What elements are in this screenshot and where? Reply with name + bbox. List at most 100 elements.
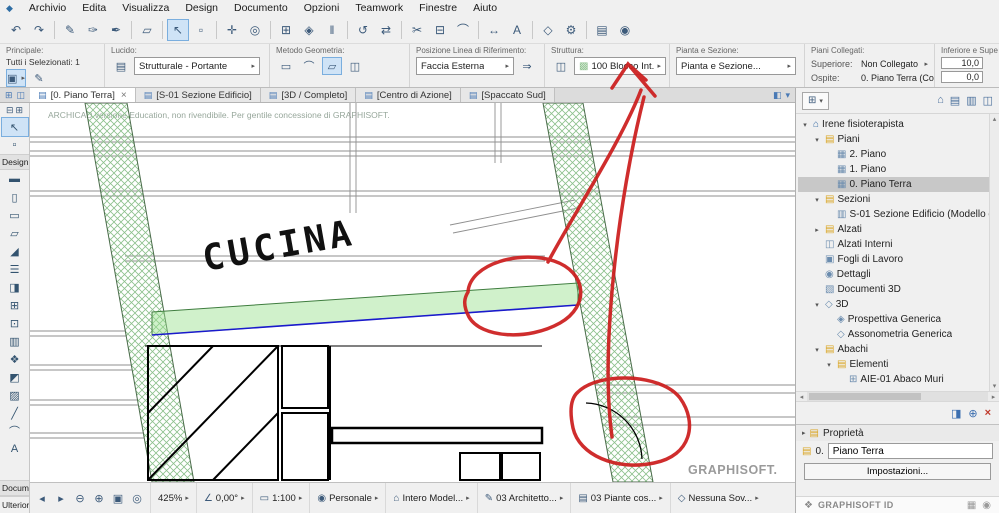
line-tool-icon[interactable]: ╱ — [2, 404, 28, 422]
chevron-down-icon[interactable]: ▾ — [824, 361, 834, 369]
inject-parameters-icon[interactable]: ✒ — [105, 19, 127, 41]
tab-s-01-sezione-edificio[interactable]: ▤ [S-01 Sezione Edificio] — [135, 88, 261, 102]
tree-item-fogli-di-lavoro[interactable]: ▣ Fogli di Lavoro — [798, 252, 989, 267]
chevron-down-icon[interactable]: ▾ — [812, 301, 822, 309]
curtain-wall-tool-icon[interactable]: ▥ — [2, 332, 28, 350]
chevron-right-icon[interactable]: ▸ — [812, 226, 822, 234]
tree-item-s-01-sezione-edificio-modello-con-ric[interactable]: ▥S-01 Sezione Edificio (Modello con ric.… — [798, 207, 989, 222]
close-palette-icon[interactable]: × — [985, 407, 991, 419]
hscroll-track[interactable] — [807, 392, 988, 401]
eraser-icon[interactable]: ▱ — [136, 19, 158, 41]
toolbox-grid-icon[interactable]: ⊞ — [16, 105, 24, 116]
tab-3d-completo[interactable]: ▤ [3D / Completo] — [260, 88, 357, 102]
flip-reference-icon[interactable]: ⇒ — [517, 57, 537, 75]
tab-list-icon[interactable]: ⊞ — [5, 90, 13, 101]
tree-item-0-piano-terra[interactable]: ▦ 0. Piano Terra — [798, 177, 989, 192]
project-chooser-button[interactable]: ⊞ ▾ — [802, 91, 829, 110]
roof-tool-icon[interactable]: ◢ — [2, 242, 28, 260]
scroll-left-icon[interactable]: ◂ — [796, 393, 807, 401]
grid-snap-icon[interactable]: ⊞ — [275, 19, 297, 41]
beam-tool-icon[interactable]: ▭ — [2, 206, 28, 224]
chevron-down-icon[interactable]: ▾ — [812, 346, 822, 354]
tree-vscrollbar[interactable]: ▴ ▾ — [989, 114, 999, 391]
tree-item-sezioni[interactable]: ▾ ▤ Sezioni — [798, 192, 989, 207]
text-tool-icon[interactable]: A — [2, 440, 28, 458]
marquee-icon[interactable]: ▫ — [190, 19, 212, 41]
scale-control[interactable]: ▭ 1:100 ▸ — [251, 483, 310, 513]
redo-icon[interactable]: ↷ — [28, 19, 50, 41]
stair-tool-icon[interactable]: ☰ — [2, 260, 28, 278]
pencil-icon[interactable]: ✎ — [59, 19, 81, 41]
marquee-tool-icon[interactable]: ▫ — [2, 136, 28, 154]
more-tools-button[interactable]: Ulteriori — [0, 496, 29, 513]
camera-icon[interactable]: ◉ — [614, 19, 636, 41]
tree-item-piani[interactable]: ▾ ▤ Piani — [798, 132, 989, 147]
tree-item-aie-01-abaco-muri[interactable]: ⊞ AIE-01 Abaco Muri — [798, 372, 989, 387]
menu-item-aiuto[interactable]: Aiuto — [465, 1, 505, 15]
layer-combination-control[interactable]: ▤ 03 Piante cos... ▸ — [570, 483, 669, 513]
tree-item-abachi[interactable]: ▾ ▤ Abachi — [798, 342, 989, 357]
menu-item-opzioni[interactable]: Opzioni — [296, 1, 348, 15]
menu-item-design[interactable]: Design — [177, 1, 226, 15]
door-tool-icon[interactable]: ◨ — [2, 278, 28, 296]
tab-overview-icon[interactable]: ◫ — [17, 90, 26, 101]
geometry-single-icon[interactable]: ▭ — [276, 57, 296, 75]
zoom-options-icon[interactable]: ◎ — [128, 489, 146, 507]
mirror-icon[interactable]: ⇄ — [375, 19, 397, 41]
menu-item-documento[interactable]: Documento — [226, 1, 296, 15]
scroll-back-icon[interactable]: ◂ — [33, 489, 51, 507]
tab-spaccato-sud[interactable]: ▤ [Spaccato Sud] — [460, 88, 555, 102]
scroll-up-icon[interactable]: ▴ — [993, 115, 997, 123]
tree-item-documenti-3d[interactable]: ▧ Documenti 3D — [798, 282, 989, 297]
zoom-in-icon[interactable]: ⊕ — [90, 489, 108, 507]
arrow-icon[interactable]: ↖ — [167, 18, 189, 41]
object-tool-icon[interactable]: ❖ — [2, 350, 28, 368]
pen-set-control[interactable]: ✎ 03 Architetto... ▸ — [476, 483, 571, 513]
arrow-tool-icon[interactable]: ↖ — [0, 117, 29, 137]
tree-item-dettagli[interactable]: ◉ Dettagli — [798, 267, 989, 282]
pan-icon[interactable]: ✛ — [221, 19, 243, 41]
rotation-control[interactable]: ∠ 0,00° ▸ — [195, 483, 252, 513]
zoom-out-icon[interactable]: ⊖ — [71, 489, 89, 507]
fit-in-window-icon[interactable]: ▣ — [109, 489, 127, 507]
hscroll-thumb[interactable] — [809, 393, 922, 400]
floorplan-display-combo[interactable]: Pianta e Sezione... ▸ — [676, 57, 796, 75]
reference-line-combo[interactable]: Faccia Esterna ▸ — [416, 57, 514, 75]
settings-button[interactable]: Impostazioni... — [804, 463, 991, 480]
offset-top-field[interactable]: 10,0 — [941, 57, 983, 69]
tree-item-1-piano[interactable]: ▦ 1. Piano — [798, 162, 989, 177]
3d-view-icon[interactable]: ◇ — [537, 19, 559, 41]
tree-item-2-piano[interactable]: ▦ 2. Piano — [798, 147, 989, 162]
wall-tool-icon[interactable]: ▬ — [2, 170, 28, 188]
new-tab-icon[interactable]: ▾ — [785, 90, 790, 101]
geometry-chained-icon[interactable]: ▱ — [322, 57, 342, 75]
scroll-right-icon[interactable]: ▸ — [988, 393, 999, 401]
parallel-guides-icon[interactable]: ‖ — [321, 19, 343, 41]
arc-tool-icon[interactable]: ⌒ — [2, 422, 28, 440]
favorites-icon[interactable]: ✎ — [29, 69, 49, 87]
tree-item-elementi[interactable]: ▾ ▤ Elementi — [798, 357, 989, 372]
menu-item-teamwork[interactable]: Teamwork — [347, 1, 411, 15]
work-environment-control[interactable]: ◉ Personale ▸ — [309, 483, 385, 513]
layout-book-icon[interactable]: ▥ — [966, 94, 976, 107]
tree-item-3d[interactable]: ▾ ◇ 3D — [798, 297, 989, 312]
tree-item-alzati[interactable]: ▸ ▤ Alzati — [798, 222, 989, 237]
selected-beam[interactable] — [151, 282, 579, 336]
scroll-forward-icon[interactable]: ▸ — [52, 489, 70, 507]
structure-combo[interactable]: ▩ 100 Blocco Int... ▸ — [574, 57, 666, 75]
zoom-icon[interactable]: ◎ — [244, 19, 266, 41]
graphic-override-control[interactable]: ◇ Nessuna Sov... ▸ — [669, 483, 766, 513]
chevron-down-icon[interactable]: ▾ — [812, 136, 822, 144]
drawing-canvas[interactable]: ARCHICAD versione Education, non rivendi… — [30, 103, 795, 482]
undo-icon[interactable]: ↶ — [5, 19, 27, 41]
chevron-down-icon[interactable]: ▾ — [800, 121, 810, 129]
menu-item-edita[interactable]: Edita — [74, 1, 114, 15]
dimension-icon[interactable]: ↔ — [483, 19, 505, 41]
grid-icon[interactable]: ▦ — [967, 500, 976, 511]
menu-item-visualizza[interactable]: Visualizza — [114, 1, 177, 15]
quick-options-icon[interactable]: ⌂ — [937, 94, 944, 107]
text-tool-icon[interactable]: A — [506, 19, 528, 41]
snap-guides-icon[interactable]: ◈ — [298, 19, 320, 41]
properties-header[interactable]: ▸ ▤ Proprietà — [796, 424, 999, 441]
toolbox-collapse-icon[interactable]: ⊟ — [6, 105, 14, 116]
